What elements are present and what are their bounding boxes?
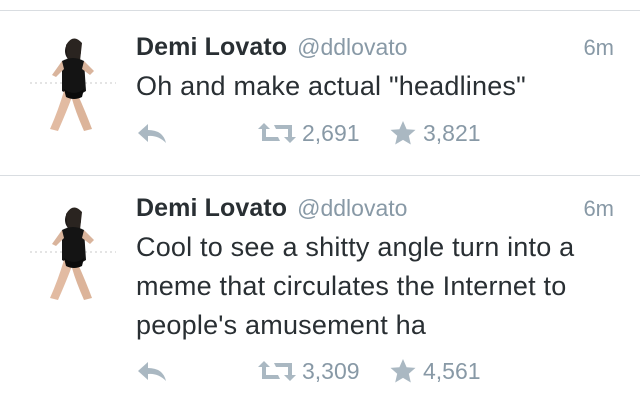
- tweet[interactable]: Demi Lovato @ddlovato 6m Oh and make act…: [0, 11, 640, 175]
- reply-button[interactable]: [136, 353, 168, 389]
- favorite-count: 4,561: [423, 357, 481, 384]
- favorite-button[interactable]: 3,821: [389, 115, 481, 151]
- tweet-actions: 3,309 4,561: [136, 353, 536, 389]
- tweet-text: Cool to see a shitty angle turn into a m…: [136, 232, 575, 340]
- star-icon: [389, 358, 417, 384]
- tweet[interactable]: Demi Lovato @ddlovato 6m Cool to see a s…: [0, 176, 640, 410]
- tweet-header: Demi Lovato @ddlovato 6m: [136, 194, 614, 230]
- author-handle[interactable]: @ddlovato: [297, 195, 407, 222]
- retweet-button[interactable]: 2,691: [258, 115, 360, 151]
- reply-icon: [136, 121, 168, 145]
- author-name[interactable]: Demi Lovato: [136, 33, 287, 62]
- tweet-timestamp[interactable]: 6m: [583, 35, 614, 61]
- reply-icon: [136, 359, 168, 383]
- favorite-count: 3,821: [423, 119, 481, 146]
- tweet-timestamp[interactable]: 6m: [583, 196, 614, 222]
- star-icon: [389, 120, 417, 146]
- retweet-icon: [258, 121, 296, 145]
- tweet-text: Oh and make actual "headlines": [136, 71, 526, 101]
- author-name[interactable]: Demi Lovato: [136, 194, 287, 223]
- retweet-icon: [258, 359, 296, 383]
- reply-button[interactable]: [136, 115, 168, 151]
- avatar[interactable]: [28, 31, 118, 133]
- retweet-count: 3,309: [302, 357, 360, 384]
- author-handle[interactable]: @ddlovato: [297, 34, 407, 61]
- tweet-header: Demi Lovato @ddlovato 6m: [136, 33, 614, 69]
- favorite-button[interactable]: 4,561: [389, 353, 481, 389]
- retweet-button[interactable]: 3,309: [258, 353, 360, 389]
- retweet-count: 2,691: [302, 119, 360, 146]
- tweet-actions: 2,691 3,821: [136, 115, 536, 151]
- avatar[interactable]: [28, 200, 118, 302]
